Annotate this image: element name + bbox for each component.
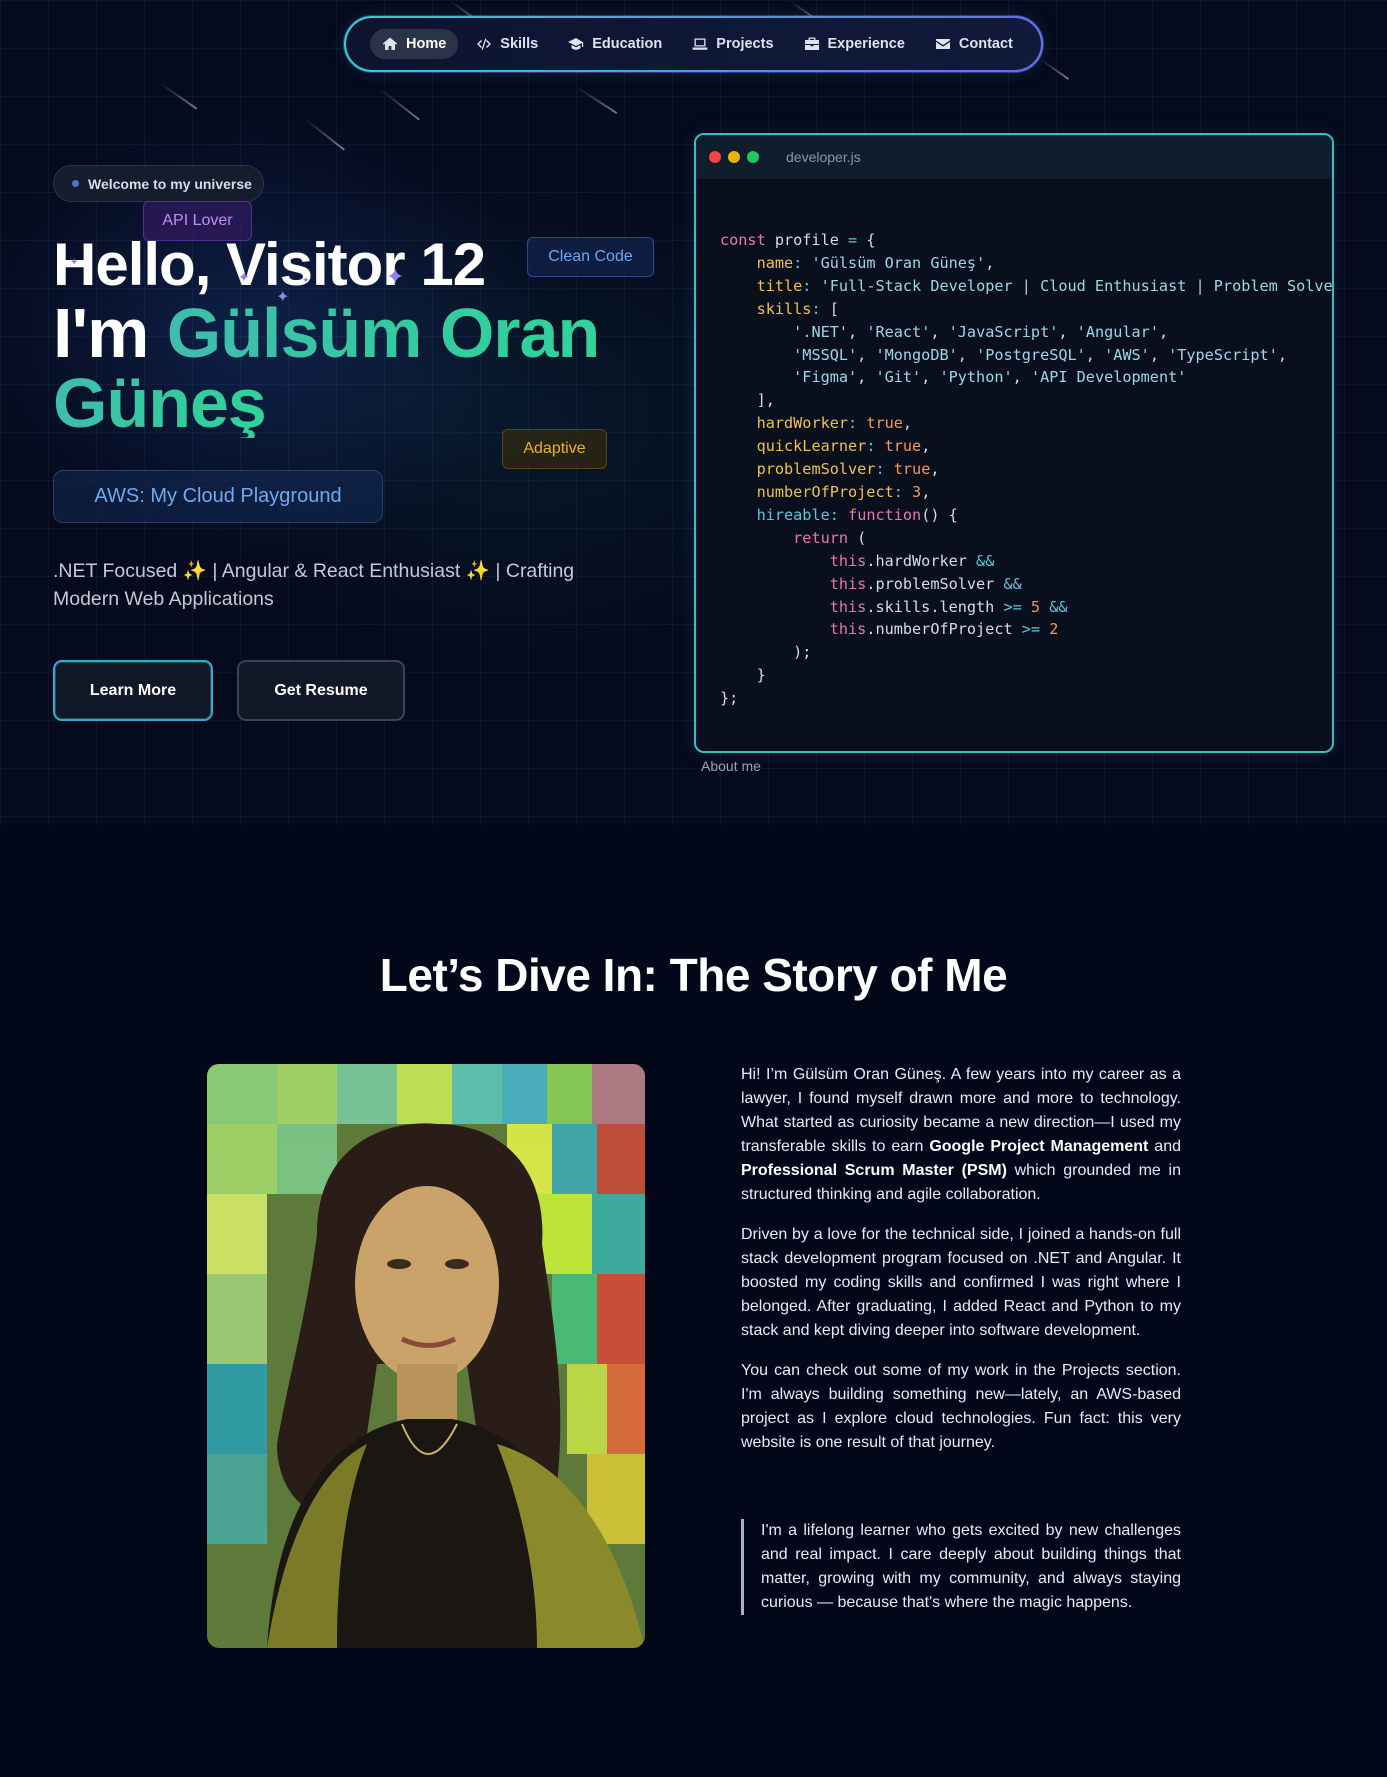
story-text-span: and (1148, 1138, 1181, 1155)
skill-item: 'TypeScript' (1168, 345, 1278, 364)
hero-section: Home Skills Education Projects Experienc… (0, 0, 1387, 825)
portrait-image (207, 1064, 645, 1648)
skill-item: 'API Development' (1030, 368, 1187, 387)
story-title: Let’s Dive In: The Story of Me (379, 949, 1008, 1001)
about-me-caption: About me (701, 758, 761, 774)
skill-item: 'JavaScript' (948, 322, 1059, 341)
code-hardworker-value: true (866, 414, 903, 433)
hero-name-line: I'm Gülsüm Oran (53, 298, 600, 368)
story-paragraph-3: You can check out some of my work in the… (741, 1362, 1181, 1451)
nav-label: Skills (500, 36, 539, 52)
get-resume-button[interactable]: Get Resume (237, 660, 405, 721)
code-projects-value: 3 (912, 482, 922, 501)
maximize-dot-icon (747, 151, 759, 163)
nav-experience[interactable]: Experience (792, 29, 917, 59)
code-icon (477, 38, 492, 50)
skill-item: 'AWS' (1104, 345, 1150, 364)
nav-contact[interactable]: Contact (923, 29, 1025, 59)
nav-education[interactable]: Education (556, 29, 674, 59)
code-window-titlebar: developer.js (696, 135, 1332, 179)
sparkle-icon: ✦ (386, 264, 405, 289)
sparkle-icon: ✦ (302, 275, 310, 285)
story-quote: I'm a lifelong learner who gets excited … (741, 1519, 1181, 1615)
code-quicklearner-value: true (884, 437, 922, 456)
minimize-dot-icon (728, 151, 740, 163)
sparkle-icon: ✦ (70, 257, 79, 268)
skill-item: 'Figma' (793, 368, 858, 387)
nav-label: Experience (827, 36, 905, 52)
briefcase-icon (804, 37, 819, 50)
code-window: developer.js const profile = { name: 'Gü… (694, 133, 1334, 753)
welcome-badge-label: Welcome to my universe (88, 175, 252, 192)
skill-item: 'MSSQL' (793, 345, 858, 364)
skill-item: 'Python' (939, 368, 1013, 387)
envelope-icon (935, 39, 950, 49)
hero-greeting: Hello, Visitor 12 (53, 231, 486, 298)
nav-label: Projects (716, 36, 774, 52)
floating-chip-clean-code: Clean Code (527, 237, 654, 277)
story-bold-text: Professional Scrum Master (PSM) (741, 1162, 1007, 1179)
welcome-badge: Welcome to my universe (53, 165, 264, 202)
code-title-value: Full-Stack Developer | Cloud Enthusiast … (829, 276, 1334, 295)
code-name-value: Gülsüm Oran Güneş (820, 253, 977, 272)
code-filename: developer.js (786, 149, 861, 165)
code-block: const profile = { name: 'Gülsüm Oran Gün… (720, 229, 1334, 710)
top-navigation: Home Skills Education Projects Experienc… (344, 16, 1043, 72)
skill-item: '.NET' (793, 322, 849, 341)
close-dot-icon (709, 151, 721, 163)
code-min-skills: 5 (1030, 597, 1041, 616)
dot-icon (72, 180, 79, 187)
story-bold-text: Google Project Management (929, 1138, 1149, 1155)
story-text: Hi! I’m Gülsüm Oran Güneş. A few years i… (741, 1063, 1181, 1471)
hero-tagline: .NET Focused ✨ | Angular & React Enthusi… (53, 560, 575, 610)
nav-label: Home (406, 36, 447, 52)
home-icon (382, 37, 398, 50)
sparkle-icon: ✦ (238, 269, 250, 285)
nav-skills[interactable]: Skills (464, 29, 550, 59)
code-problemsolver-value: true (893, 460, 931, 479)
story-paragraph-2: Driven by a love for the technical side,… (741, 1226, 1181, 1339)
code-min-projects: 2 (1049, 620, 1059, 639)
floating-chip-adaptive: Adaptive (502, 429, 607, 469)
story-paragraph-1: Hi! I’m Gülsüm Oran Güneş. A few years i… (741, 1063, 1181, 1207)
skill-item: 'React' (866, 322, 931, 341)
hero-name-first: Gülsüm Oran (166, 294, 600, 372)
nav-label: Contact (958, 36, 1013, 52)
hero-name-last: Güneş (53, 364, 267, 442)
nav-home[interactable]: Home (370, 29, 459, 59)
sparkle-icon: ✦ (276, 289, 290, 306)
skill-item: 'PostgreSQL' (976, 345, 1086, 364)
skill-item: 'MongoDB' (875, 345, 958, 364)
nav-projects[interactable]: Projects (680, 29, 785, 59)
graduation-cap-icon (568, 38, 584, 50)
hero-im: I'm (53, 294, 149, 372)
skill-item: 'Angular' (1076, 322, 1159, 341)
learn-more-button[interactable]: Learn More (53, 660, 213, 721)
laptop-icon (692, 38, 708, 50)
nav-label: Education (592, 36, 663, 52)
profile-photo (207, 1064, 645, 1648)
aws-pill: AWS: My Cloud Playground (53, 470, 383, 523)
skill-item: 'Git' (875, 368, 922, 387)
